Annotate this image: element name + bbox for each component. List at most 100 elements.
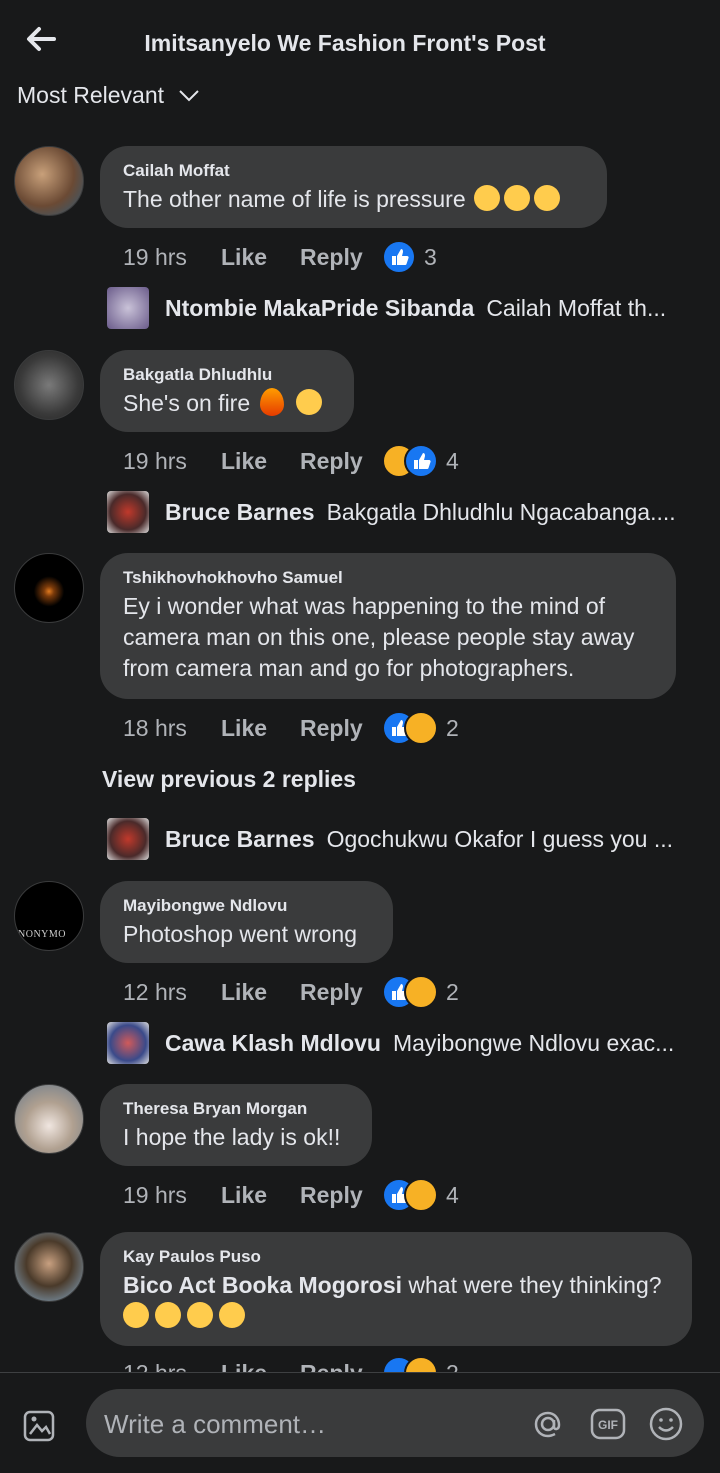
avatar-logo-text: NONYMO <box>18 929 66 940</box>
comment-time: 12 hrs <box>123 978 187 1005</box>
like-button[interactable]: Like <box>221 1182 300 1209</box>
reply-text: Cailah Moffat th... <box>486 294 667 321</box>
comment-author[interactable]: Kay Paulos Puso <box>123 1246 670 1268</box>
sort-label: Most Relevant <box>17 82 165 108</box>
like-reaction-icon <box>404 444 438 478</box>
comment-text: The other name of life is pressure <box>123 184 585 215</box>
comment-meta: 19 hrs Like Reply 4 <box>123 444 459 478</box>
reply-text: Ogochukwu Okafor I guess you ... <box>326 825 674 852</box>
svg-text:GIF: GIF <box>598 1418 618 1432</box>
comment-bubble[interactable]: Kay Paulos Puso Bico Act Booka Mogorosi … <box>100 1232 692 1346</box>
comment-text: Photoshop went wrong <box>123 921 357 947</box>
like-button[interactable]: Like <box>221 715 300 742</box>
reply-preview[interactable]: Cawa Klash Mdlovu Mayibongwe Ndlovu exac… <box>107 1022 707 1064</box>
reply-text: Bakgatla Dhludhlu Ngacabanga.... <box>326 498 676 525</box>
comment-time: 18 hrs <box>123 714 187 741</box>
comment-text: Bico Act Booka Mogorosi what were they t… <box>123 1270 670 1332</box>
comment-time: 19 hrs <box>123 243 187 270</box>
gif-icon[interactable]: GIF <box>590 1407 626 1441</box>
rofl-emoji-icon <box>187 1302 213 1328</box>
like-button[interactable]: Like <box>221 979 300 1006</box>
avatar[interactable] <box>14 1232 84 1302</box>
avatar[interactable] <box>14 146 84 216</box>
unamused-emoji-icon <box>533 185 560 211</box>
reactions[interactable]: 4 <box>382 1178 459 1212</box>
comment-bubble[interactable]: Bakgatla Dhludhlu She's on fire <box>100 350 354 432</box>
comment-author[interactable]: Mayibongwe Ndlovu <box>123 895 371 917</box>
reply-button[interactable]: Reply <box>300 979 382 1006</box>
like-button[interactable]: Like <box>221 244 300 271</box>
unamused-emoji-icon <box>503 185 530 211</box>
comment-time: 19 hrs <box>123 447 187 474</box>
haha-reaction-icon <box>404 711 438 745</box>
rofl-emoji-icon <box>123 1302 149 1328</box>
avatar[interactable] <box>14 350 84 420</box>
mention-icon[interactable] <box>530 1406 566 1442</box>
avatar[interactable]: NONYMO <box>14 881 84 951</box>
comment-time: 19 hrs <box>123 1181 187 1208</box>
reply-author[interactable]: Bruce Barnes <box>165 499 315 526</box>
avatar[interactable] <box>14 1084 84 1154</box>
comment-author[interactable]: Cailah Moffat <box>123 160 585 182</box>
reply-button[interactable]: Reply <box>300 1182 382 1209</box>
comment-input[interactable]: Write a comment… GIF <box>86 1389 704 1457</box>
reply-preview[interactable]: Bruce Barnes Ogochukwu Okafor I guess yo… <box>107 818 707 860</box>
reply-avatar <box>107 491 149 533</box>
reactions[interactable]: 2 <box>382 711 459 745</box>
reply-avatar <box>107 287 149 329</box>
photo-icon[interactable] <box>22 1405 60 1443</box>
comment-author[interactable]: Theresa Bryan Morgan <box>123 1098 350 1120</box>
like-button[interactable]: Like <box>221 448 300 475</box>
comment-author[interactable]: Bakgatla Dhludhlu <box>123 364 332 386</box>
thinking-emoji-icon <box>473 185 500 211</box>
comment-text: She's on fire <box>123 388 332 419</box>
reactions[interactable]: 3 <box>382 240 437 274</box>
chevron-down-icon <box>179 89 199 101</box>
reply-author[interactable]: Ntombie MakaPride Sibanda <box>165 295 474 322</box>
view-previous-replies[interactable]: View previous 2 replies <box>102 766 356 793</box>
comment-text: Ey i wonder what was happening to the mi… <box>123 593 635 681</box>
reaction-count: 2 <box>446 978 459 1005</box>
reaction-count: 4 <box>446 447 459 474</box>
reply-avatar <box>107 1022 149 1064</box>
reaction-count: 3 <box>424 243 437 270</box>
comment-composer: Write a comment… GIF <box>0 1372 720 1473</box>
reaction-count: 4 <box>446 1181 459 1208</box>
haha-reaction-icon <box>404 1178 438 1212</box>
haha-reaction-icon <box>404 975 438 1009</box>
comment-meta: 19 hrs Like Reply 3 <box>123 240 437 274</box>
like-reaction-icon <box>382 240 416 274</box>
reply-author[interactable]: Cawa Klash Mdlovu <box>165 1030 381 1057</box>
avatar[interactable] <box>14 553 84 623</box>
reply-author[interactable]: Bruce Barnes <box>165 826 315 853</box>
comment-bubble[interactable]: Mayibongwe Ndlovu Photoshop went wrong <box>100 881 393 963</box>
reactions[interactable]: 2 <box>382 975 459 1009</box>
comment-meta: 19 hrs Like Reply 4 <box>123 1178 459 1212</box>
comment-author[interactable]: Tshikhovhokhovho Samuel <box>123 567 654 589</box>
sort-dropdown[interactable]: Most Relevant <box>17 82 200 109</box>
comment-placeholder: Write a comment… <box>104 1409 327 1439</box>
comment-meta: 18 hrs Like Reply 2 <box>123 711 459 745</box>
comment-bubble[interactable]: Theresa Bryan Morgan I hope the lady is … <box>100 1084 372 1166</box>
reply-button[interactable]: Reply <box>300 448 382 475</box>
comment-text: I hope the lady is ok!! <box>123 1124 341 1150</box>
header: Imitsanyelo We Fashion Front's Post <box>0 0 720 80</box>
rofl-emoji-icon <box>219 1302 245 1328</box>
emoji-icon[interactable] <box>648 1406 684 1442</box>
reply-avatar <box>107 818 149 860</box>
tagged-user[interactable]: Bico Act Booka Mogorosi <box>123 1272 402 1298</box>
page-title: Imitsanyelo We Fashion Front's Post <box>144 30 546 56</box>
comment-bubble[interactable]: Tshikhovhokhovho Samuel Ey i wonder what… <box>100 553 676 699</box>
reply-button[interactable]: Reply <box>300 715 382 742</box>
reply-button[interactable]: Reply <box>300 244 382 271</box>
reply-text: Mayibongwe Ndlovu exac... <box>392 1029 675 1056</box>
fire-emoji-icon <box>260 388 285 416</box>
rofl-emoji-icon <box>155 1302 181 1328</box>
reply-preview[interactable]: Bruce Barnes Bakgatla Dhludhlu Ngacabang… <box>107 491 707 533</box>
reply-preview[interactable]: Ntombie MakaPride Sibanda Cailah Moffat … <box>107 287 707 329</box>
joy-emoji-icon <box>296 389 323 415</box>
reactions[interactable]: 4 <box>382 444 459 478</box>
comment-meta: 12 hrs Like Reply 2 <box>123 975 459 1009</box>
reaction-count: 2 <box>446 714 459 741</box>
comment-bubble[interactable]: Cailah Moffat The other name of life is … <box>100 146 607 228</box>
